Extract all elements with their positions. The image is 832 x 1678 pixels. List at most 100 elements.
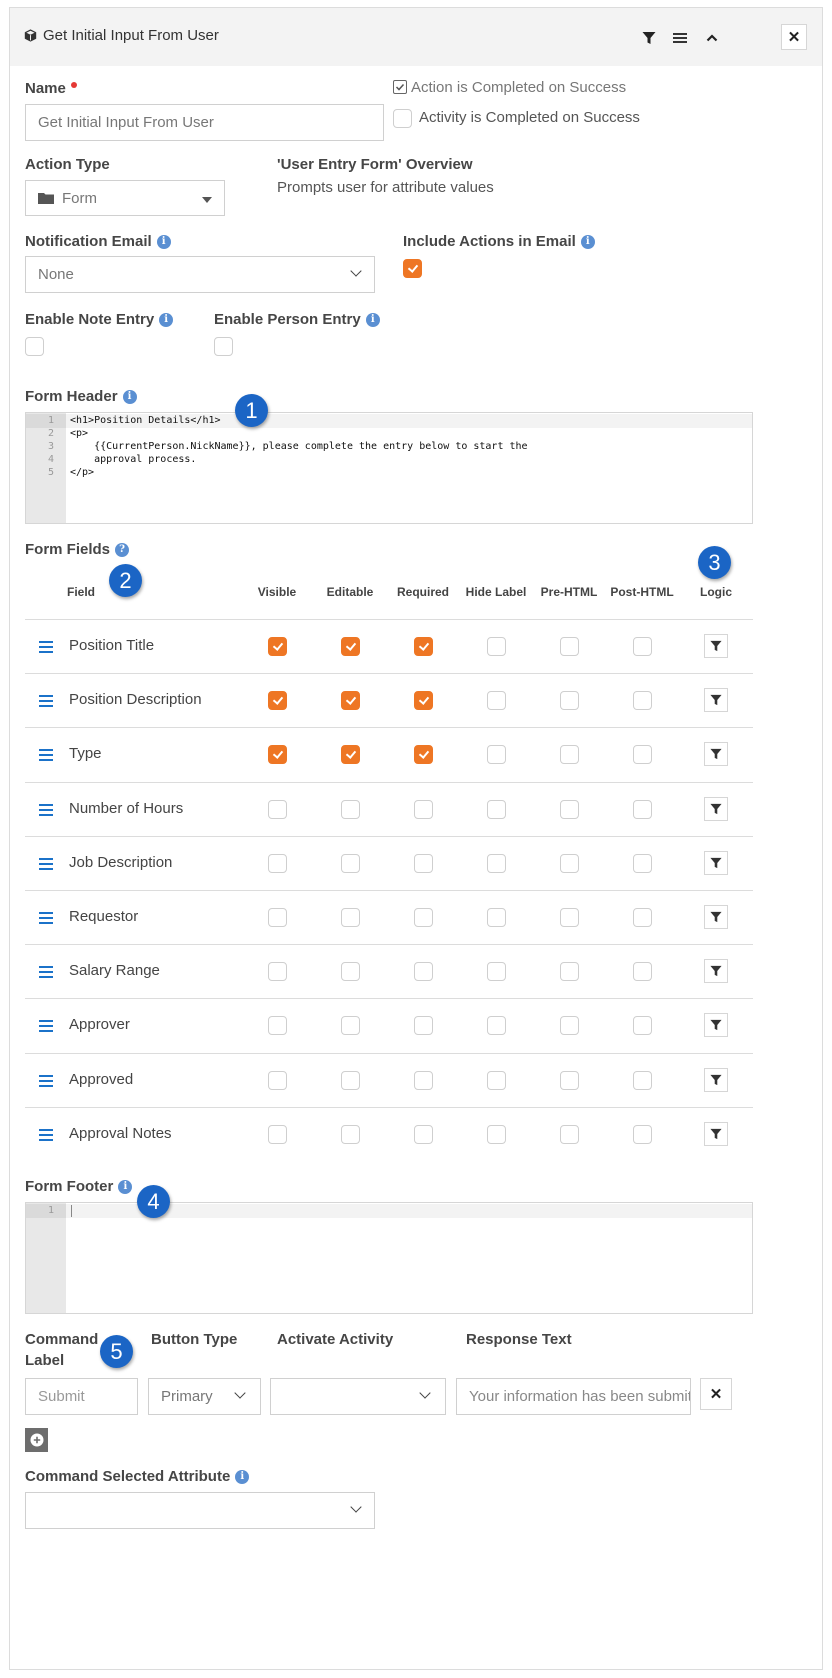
logic-filter-button[interactable] — [704, 796, 728, 821]
visible-checkbox[interactable] — [268, 745, 287, 765]
logic-filter-button[interactable] — [704, 1013, 728, 1038]
include-actions-checkbox[interactable] — [403, 259, 422, 278]
visible-checkbox[interactable] — [268, 1070, 287, 1090]
post-html-checkbox[interactable] — [633, 691, 652, 711]
info-icon[interactable]: i — [580, 234, 595, 249]
editable-checkbox[interactable] — [341, 799, 360, 819]
hide-label-checkbox[interactable] — [487, 1070, 506, 1090]
notification-email-select[interactable]: None — [25, 256, 375, 293]
hide-label-checkbox[interactable] — [487, 908, 506, 927]
pre-html-checkbox[interactable] — [560, 1070, 579, 1090]
required-checkbox[interactable] — [414, 1016, 433, 1036]
action-type-select[interactable]: Form — [25, 180, 225, 216]
drag-handle-icon[interactable] — [39, 1128, 53, 1141]
drag-handle-icon[interactable] — [39, 641, 53, 653]
editable-checkbox[interactable] — [341, 908, 360, 927]
visible-checkbox[interactable] — [268, 853, 287, 873]
pre-html-checkbox[interactable] — [560, 637, 579, 656]
drag-handle-icon[interactable] — [39, 912, 53, 924]
button-type-select[interactable]: Primary — [148, 1378, 261, 1415]
pre-html-checkbox[interactable] — [560, 799, 579, 819]
post-html-checkbox[interactable] — [633, 962, 652, 982]
post-html-checkbox[interactable] — [633, 1016, 652, 1036]
drag-handle-icon[interactable] — [39, 857, 53, 870]
logic-filter-button[interactable] — [704, 742, 728, 767]
required-checkbox[interactable] — [414, 1070, 433, 1090]
enable-person-entry-checkbox[interactable] — [214, 337, 233, 356]
add-command-button[interactable] — [25, 1428, 48, 1452]
editable-checkbox[interactable] — [341, 1124, 360, 1144]
editable-checkbox[interactable] — [341, 745, 360, 765]
drag-handle-icon[interactable] — [39, 966, 53, 979]
form-footer-code-editor[interactable]: 1 — [25, 1202, 753, 1314]
logic-filter-button[interactable] — [704, 905, 728, 929]
visible-checkbox[interactable] — [268, 908, 287, 927]
editable-checkbox[interactable] — [341, 962, 360, 982]
visible-checkbox[interactable] — [268, 691, 287, 711]
action-completed-checkbox[interactable] — [393, 80, 407, 94]
logic-filter-button[interactable] — [704, 634, 728, 658]
post-html-checkbox[interactable] — [633, 908, 652, 927]
post-html-checkbox[interactable] — [633, 1070, 652, 1090]
required-checkbox[interactable] — [414, 908, 433, 927]
remove-command-button[interactable]: ✕ — [700, 1378, 732, 1410]
name-input[interactable]: Get Initial Input From User — [25, 104, 384, 141]
hide-label-checkbox[interactable] — [487, 1016, 506, 1036]
editable-checkbox[interactable] — [341, 637, 360, 656]
close-panel-button[interactable]: ✕ — [781, 24, 807, 50]
required-checkbox[interactable] — [414, 962, 433, 982]
drag-handle-icon[interactable] — [39, 1020, 53, 1033]
required-checkbox[interactable] — [414, 745, 433, 765]
hide-label-checkbox[interactable] — [487, 799, 506, 819]
chevron-up-icon[interactable] — [700, 26, 724, 50]
hide-label-checkbox[interactable] — [487, 853, 506, 873]
logic-filter-button[interactable] — [704, 850, 728, 875]
info-icon[interactable]: i — [235, 1469, 250, 1484]
post-html-checkbox[interactable] — [633, 853, 652, 873]
pre-html-checkbox[interactable] — [560, 853, 579, 873]
drag-handle-icon[interactable] — [39, 1074, 53, 1087]
command-selected-attribute-select[interactable] — [25, 1492, 375, 1529]
visible-checkbox[interactable] — [268, 1016, 287, 1036]
hide-label-checkbox[interactable] — [487, 1124, 506, 1144]
editable-checkbox[interactable] — [341, 1070, 360, 1090]
info-icon[interactable]: i — [365, 312, 380, 327]
logic-filter-button[interactable] — [704, 1067, 728, 1092]
required-checkbox[interactable] — [414, 1124, 433, 1144]
command-label-input[interactable]: Submit — [25, 1378, 138, 1415]
info-icon[interactable]: i — [122, 389, 137, 404]
required-checkbox[interactable] — [414, 691, 433, 711]
info-icon[interactable]: i — [156, 234, 171, 249]
visible-checkbox[interactable] — [268, 637, 287, 656]
required-checkbox[interactable] — [414, 853, 433, 873]
pre-html-checkbox[interactable] — [560, 1124, 579, 1144]
activity-completed-checkbox[interactable] — [393, 109, 412, 128]
post-html-checkbox[interactable] — [633, 1124, 652, 1144]
pre-html-checkbox[interactable] — [560, 962, 579, 982]
editable-checkbox[interactable] — [341, 853, 360, 873]
post-html-checkbox[interactable] — [633, 637, 652, 656]
logic-filter-button[interactable] — [704, 688, 728, 713]
response-text-input[interactable]: Your information has been submitted succ… — [456, 1378, 691, 1415]
filter-icon[interactable] — [637, 26, 661, 50]
drag-handle-icon[interactable] — [39, 803, 53, 816]
enable-note-entry-checkbox[interactable] — [25, 337, 44, 356]
pre-html-checkbox[interactable] — [560, 1016, 579, 1036]
activate-activity-select[interactable] — [270, 1378, 446, 1415]
pre-html-checkbox[interactable] — [560, 908, 579, 927]
info-icon[interactable]: i — [159, 312, 174, 327]
post-html-checkbox[interactable] — [633, 799, 652, 819]
post-html-checkbox[interactable] — [633, 745, 652, 765]
pre-html-checkbox[interactable] — [560, 745, 579, 765]
info-icon[interactable]: i — [118, 1179, 133, 1194]
hide-label-checkbox[interactable] — [487, 691, 506, 711]
form-header-code-editor[interactable]: 1 <h1>Position Details</h1> 2 <p> 3 {{Curr… — [25, 412, 753, 524]
visible-checkbox[interactable] — [268, 1124, 287, 1144]
logic-filter-button[interactable] — [704, 1121, 728, 1146]
visible-checkbox[interactable] — [268, 799, 287, 819]
required-checkbox[interactable] — [414, 799, 433, 819]
required-checkbox[interactable] — [414, 637, 433, 656]
editable-checkbox[interactable] — [341, 691, 360, 711]
help-icon[interactable]: ? — [115, 542, 130, 557]
editable-checkbox[interactable] — [341, 1016, 360, 1036]
